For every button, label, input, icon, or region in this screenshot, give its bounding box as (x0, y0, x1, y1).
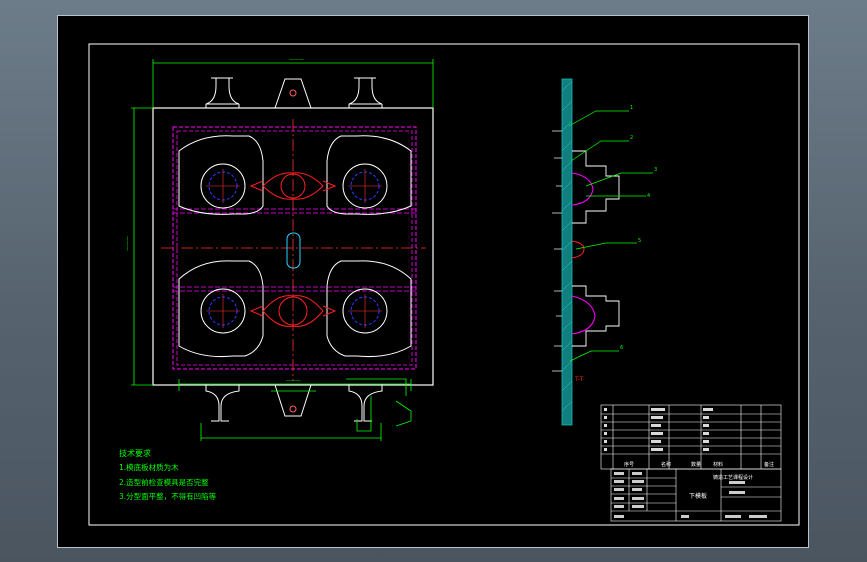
locating-lug-top (274, 78, 312, 109)
section-label: T-T (574, 376, 584, 383)
pattern-cavity-bottom-right (326, 260, 412, 357)
bottom-lugs (205, 384, 383, 422)
pattern-plate-plan-view: ——— ——— ——— (125, 57, 434, 441)
section-balloons: 1 2 3 4 5 6 (620, 105, 657, 351)
svg-text:1: 1 (630, 105, 633, 111)
drawing-name: 下模板 (689, 492, 707, 500)
dimension-lines (131, 59, 434, 441)
dimension-values: ——— ——— ——— (125, 57, 304, 384)
parts-list (600, 404, 782, 470)
title-block-subtitle: 铸造工艺课程设计 (713, 474, 753, 481)
parts-list-rows (604, 408, 713, 451)
center-bands (173, 208, 416, 292)
lifting-lug-bottom-right (348, 384, 383, 422)
cad-drawing: ——— ——— ——— 12 34 56 T-T 技术要求 1.模底板材质为木 … (88, 43, 800, 526)
parts-list-header: 序号 名称 数量 材料 备注 (624, 461, 774, 468)
svg-text:5: 5 (638, 238, 641, 244)
note-item-1: 1.模底板材质为木 (119, 462, 179, 472)
svg-text:———: ——— (289, 57, 304, 63)
pattern-cavity-top-right (326, 135, 412, 215)
technical-notes: 技术要求 1.模底板材质为木 2.造型前检查模具是否完整 3.分型面平整，不得有… (119, 448, 217, 501)
parts-header-name: 名称 (661, 461, 671, 468)
locating-hole-bottom (289, 405, 297, 413)
parts-header-remark: 备注 (764, 461, 774, 468)
pattern-cavity-bottom-left (178, 260, 264, 357)
locating-lug-bottom (274, 384, 312, 417)
svg-text:6: 6 (620, 345, 623, 351)
parts-header-qty: 数量 (691, 461, 701, 468)
svg-text:3: 3 (654, 167, 657, 173)
section-leaders (568, 110, 653, 362)
notes-title: 技术要求 (119, 448, 151, 458)
section-pattern-top (572, 150, 620, 224)
lifting-lug-right (348, 77, 383, 109)
svg-text:———: ——— (125, 236, 131, 251)
cad-viewport[interactable]: ——— ——— ——— 1 2 3 4 5 6 T-T 技术要求 1.模底板材质… (57, 15, 809, 548)
top-lugs (205, 77, 383, 109)
svg-text:2: 2 (630, 135, 633, 141)
drawing-frame (88, 43, 800, 526)
parts-header-material: 材料 (713, 461, 723, 468)
locating-hole-top (289, 89, 297, 97)
section-core-top (571, 172, 594, 206)
pattern-cavity-top-left (178, 135, 264, 215)
svg-text:———: ——— (286, 378, 301, 384)
section-ticks (552, 130, 562, 372)
centerlines (161, 119, 426, 381)
svg-text:4: 4 (647, 193, 650, 199)
section-runner (571, 240, 585, 259)
section-view: 1 2 3 4 5 6 T-T (552, 78, 657, 426)
lifting-lug-bottom-left (205, 384, 240, 422)
sprue-slot (286, 232, 301, 269)
parts-header-no: 序号 (624, 461, 634, 468)
lifting-lug-left (205, 77, 240, 109)
section-core-bottom (571, 295, 596, 335)
note-item-3: 3.分型面平整，不得有凹陷等 (119, 491, 217, 501)
section-plate (561, 78, 573, 426)
note-item-2: 2.造型前检查模具是否完整 (119, 477, 209, 487)
